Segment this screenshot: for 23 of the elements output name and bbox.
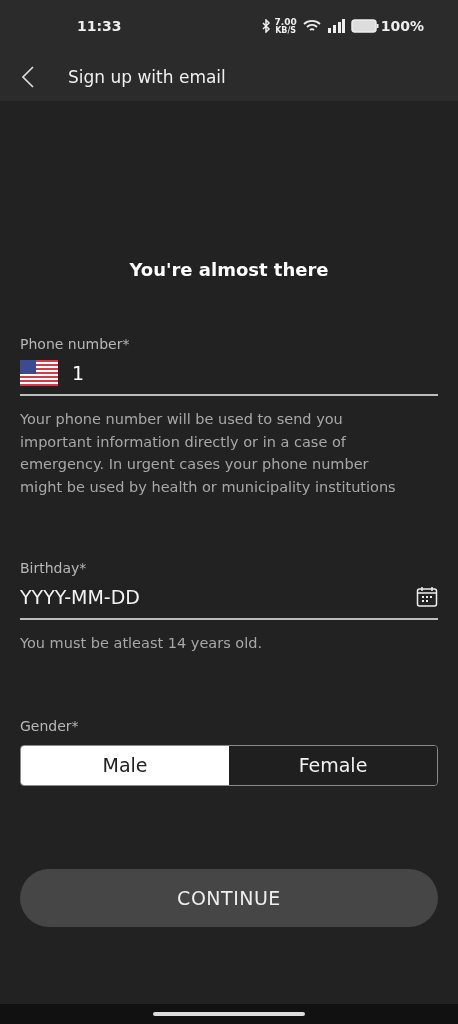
gender-option[interactable]: Male <box>21 745 229 785</box>
field-label: Birthday* <box>20 560 88 576</box>
bluetooth-icon <box>260 19 271 33</box>
screen-title: Sign up with email <box>68 66 226 87</box>
back-icon[interactable] <box>22 65 34 88</box>
heading: You're almost there <box>128 259 330 280</box>
birthday-field[interactable]: YYYY-MM-DD <box>20 586 416 608</box>
calendar-icon[interactable] <box>416 586 438 608</box>
battery-icon <box>350 19 379 33</box>
country-code: 1 <box>72 362 85 384</box>
continue-button[interactable]: CONTINUE <box>20 868 438 927</box>
speed-unit: KB/S <box>275 26 297 35</box>
field-label: Gender* <box>20 717 80 734</box>
network-speed: 7.00 <box>274 17 297 27</box>
helper-text: Your phone number will be used to send you important information directly or in a case of emergency. In urgent cases your phone number might be used by health or municipality institutions <box>20 410 397 497</box>
signal-icon <box>326 19 345 33</box>
helper-text: You must be atleast 14 years old. <box>20 634 264 653</box>
wifi-icon <box>302 19 321 33</box>
battery-percent: 100% <box>380 18 424 34</box>
field-label: Phone number* <box>20 336 131 352</box>
status-time: 11:33 <box>77 18 122 34</box>
flag-icon <box>20 360 58 386</box>
phone-field[interactable]: 1 <box>20 352 438 396</box>
